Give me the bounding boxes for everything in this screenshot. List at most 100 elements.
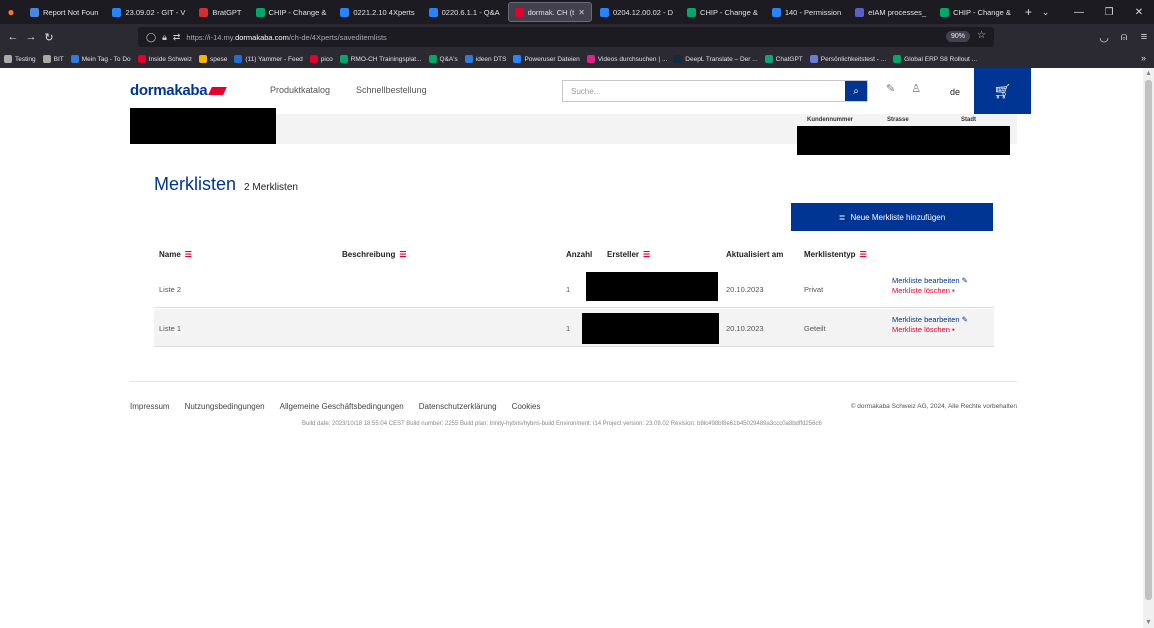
sort-icon[interactable]: ☰ [860, 250, 867, 259]
col-name[interactable]: Name ☰ [159, 250, 192, 259]
bookmark-label: BIT [53, 55, 64, 63]
language-selector[interactable]: de [950, 87, 960, 97]
shield-icon[interactable]: ◯ [146, 32, 156, 43]
footer-link-cookies[interactable]: Cookies [512, 402, 541, 411]
bookmark-item[interactable]: Mein Tag - To Do [70, 55, 131, 63]
browser-tab[interactable]: 23.09.02 - GIT - V [106, 2, 191, 22]
scroll-thumb[interactable] [1145, 80, 1152, 600]
address-bar[interactable]: ◯ 🔒︎ ⇄ https://i-14.my.dormakaba.com/ch-… [138, 27, 994, 47]
firefox-icon[interactable]: ● [0, 0, 22, 24]
bookmark-star-icon[interactable]: ☆ [977, 30, 986, 41]
lock-icon[interactable]: 🔒︎ [162, 32, 167, 43]
pocket-icon[interactable]: ◡ [1094, 31, 1114, 44]
zoom-badge[interactable]: 90% [945, 31, 970, 42]
bookmark-icon [674, 55, 683, 63]
col-aktualisiert: Aktualisiert am [726, 250, 784, 259]
dormakaba-logo[interactable]: dormakaba [130, 82, 228, 99]
close-tab-icon[interactable]: ✕ [578, 8, 585, 17]
bookmark-item[interactable]: ChatGPT [764, 55, 803, 63]
browser-tab[interactable]: 0204.12.00.02 - D [594, 2, 679, 22]
bookmark-item[interactable]: spese [199, 55, 227, 63]
tab-favicon-icon [514, 7, 524, 17]
bookmark-item[interactable]: pico [309, 55, 333, 63]
bookmark-item[interactable]: BIT [42, 55, 64, 63]
footer-link-agb[interactable]: Allgemeine Geschäftsbedingungen [280, 402, 404, 411]
sort-icon[interactable]: ☰ [185, 250, 192, 259]
minimize-icon[interactable]: — [1064, 0, 1094, 24]
list-name[interactable]: Liste 1 [159, 324, 181, 333]
bookmarks-bar: Testing BIT Mein Tag - To Do Inside Schweiz… [0, 50, 1154, 68]
bookmark-item[interactable]: Inside Schweiz [137, 55, 192, 63]
bookmark-item[interactable]: Testing [4, 55, 36, 63]
redacted-block [130, 108, 276, 144]
permissions-icon[interactable]: ⇄ [173, 32, 181, 43]
bookmark-item[interactable]: Q&A's [428, 55, 458, 63]
browser-tab[interactable]: CHIP - Change & [934, 2, 1017, 22]
sort-icon[interactable]: ☰ [399, 250, 406, 259]
back-icon[interactable]: ← [4, 31, 22, 43]
edit-list-link[interactable]: Merkliste bearbeiten ✎ [892, 315, 968, 325]
page-scrollbar[interactable]: ▲ ▼ [1143, 68, 1154, 628]
browser-tab[interactable]: 0221.2.10 4Xperts [334, 2, 420, 22]
customer-bar: Kundennummer Strasse Stadt [130, 108, 1017, 155]
tab-favicon-icon [30, 7, 39, 17]
browser-tab[interactable]: 0220.6.1.1 - Q&A [423, 2, 506, 22]
browser-tab[interactable]: CHIP - Change & [250, 2, 333, 22]
bookmark-item[interactable]: Poweruser Dateien [513, 55, 580, 63]
browser-tab[interactable]: Report Not Foun [24, 2, 104, 22]
col-beschreibung[interactable]: Beschreibung ☰ [342, 250, 407, 259]
list-all-tabs-icon[interactable]: ⌄ [1042, 7, 1050, 18]
bookmark-icon [513, 55, 522, 63]
reload-icon[interactable]: ↻ [40, 31, 58, 44]
restore-icon[interactable]: ❐ [1094, 0, 1124, 24]
footer-link-impressum[interactable]: Impressum [130, 402, 170, 411]
scroll-down-icon[interactable]: ▼ [1145, 619, 1152, 626]
bookmark-label: (11) Yammer - Feed [245, 55, 303, 63]
bookmark-icon [137, 55, 146, 63]
pin-icon[interactable]: ✎ [886, 82, 895, 95]
search-input[interactable]: Suche... [563, 81, 845, 101]
edit-list-link[interactable]: Merkliste bearbeiten ✎ [892, 276, 968, 286]
bookmark-item[interactable]: (11) Yammer - Feed [234, 55, 303, 63]
delete-list-link[interactable]: Merkliste löschen ▪ [892, 325, 968, 335]
bookmark-label: Q&A's [439, 55, 458, 63]
browser-tab[interactable]: dormak. CH (t ✕ [507, 2, 592, 22]
bookmark-item[interactable]: ideen DTS [464, 55, 506, 63]
footer-link-nutzungsbedingungen[interactable]: Nutzungsbedingungen [185, 402, 265, 411]
nav-schnellbestellung[interactable]: Schnellbestellung [356, 85, 427, 95]
add-list-button[interactable]: ≣ Neue Merkliste hinzufügen [791, 203, 993, 231]
account-icon[interactable]: ⍝ [1114, 31, 1134, 44]
delete-list-link[interactable]: Merkliste löschen ▪ [892, 286, 968, 296]
sort-icon[interactable]: ☰ [643, 250, 650, 259]
list-name[interactable]: Liste 2 [159, 285, 181, 294]
user-icon[interactable]: ♙ [911, 82, 921, 95]
tab-favicon-icon [255, 7, 265, 17]
browser-tab[interactable]: BratGPT [193, 2, 247, 22]
close-window-icon[interactable]: ✕ [1124, 0, 1154, 24]
bookmark-item[interactable]: RMO-CH Trainingsplat... [339, 55, 422, 63]
trash-icon: ▪ [952, 325, 955, 334]
browser-tab[interactable]: 140 - Permission [766, 2, 847, 22]
forward-icon[interactable]: → [22, 31, 40, 43]
url-text[interactable]: https://i-14.my.dormakaba.com/ch-de/4Xpe… [186, 33, 386, 42]
tab-label: dormak. CH (t [527, 7, 575, 17]
nav-produktkatalog[interactable]: Produktkatalog [270, 85, 330, 95]
col-merklistentyp[interactable]: Merklistentyp ☰ [804, 250, 867, 259]
bookmark-item[interactable]: Global ERP S8 Rollout ... [893, 55, 977, 63]
add-list-label: Neue Merkliste hinzufügen [850, 212, 946, 222]
bookmark-item[interactable]: Videos durchsuchen | ... [586, 55, 667, 63]
col-ersteller[interactable]: Ersteller ☰ [607, 250, 650, 259]
new-tab-icon[interactable]: + [1025, 5, 1032, 19]
bookmarks-overflow-icon[interactable]: » [1141, 53, 1146, 63]
bookmark-item[interactable]: Persönlichkeitstest - ... [809, 55, 886, 63]
browser-tab[interactable]: CHIP - Change & [681, 2, 764, 22]
cart-button[interactable]: 🛒︎ [974, 68, 1031, 114]
menu-icon[interactable]: ≡ [1134, 31, 1154, 43]
scroll-up-icon[interactable]: ▲ [1145, 70, 1152, 77]
bookmark-item[interactable]: DeepL Translate – Der ... [674, 55, 758, 63]
footer-link-datenschutz[interactable]: Datenschutzerklärung [419, 402, 497, 411]
search-button[interactable]: ⌕ [845, 81, 867, 101]
list-icon: ≣ [838, 212, 846, 222]
bookmark-icon [309, 55, 318, 63]
browser-tab[interactable]: eIAM processes_ [849, 2, 932, 22]
